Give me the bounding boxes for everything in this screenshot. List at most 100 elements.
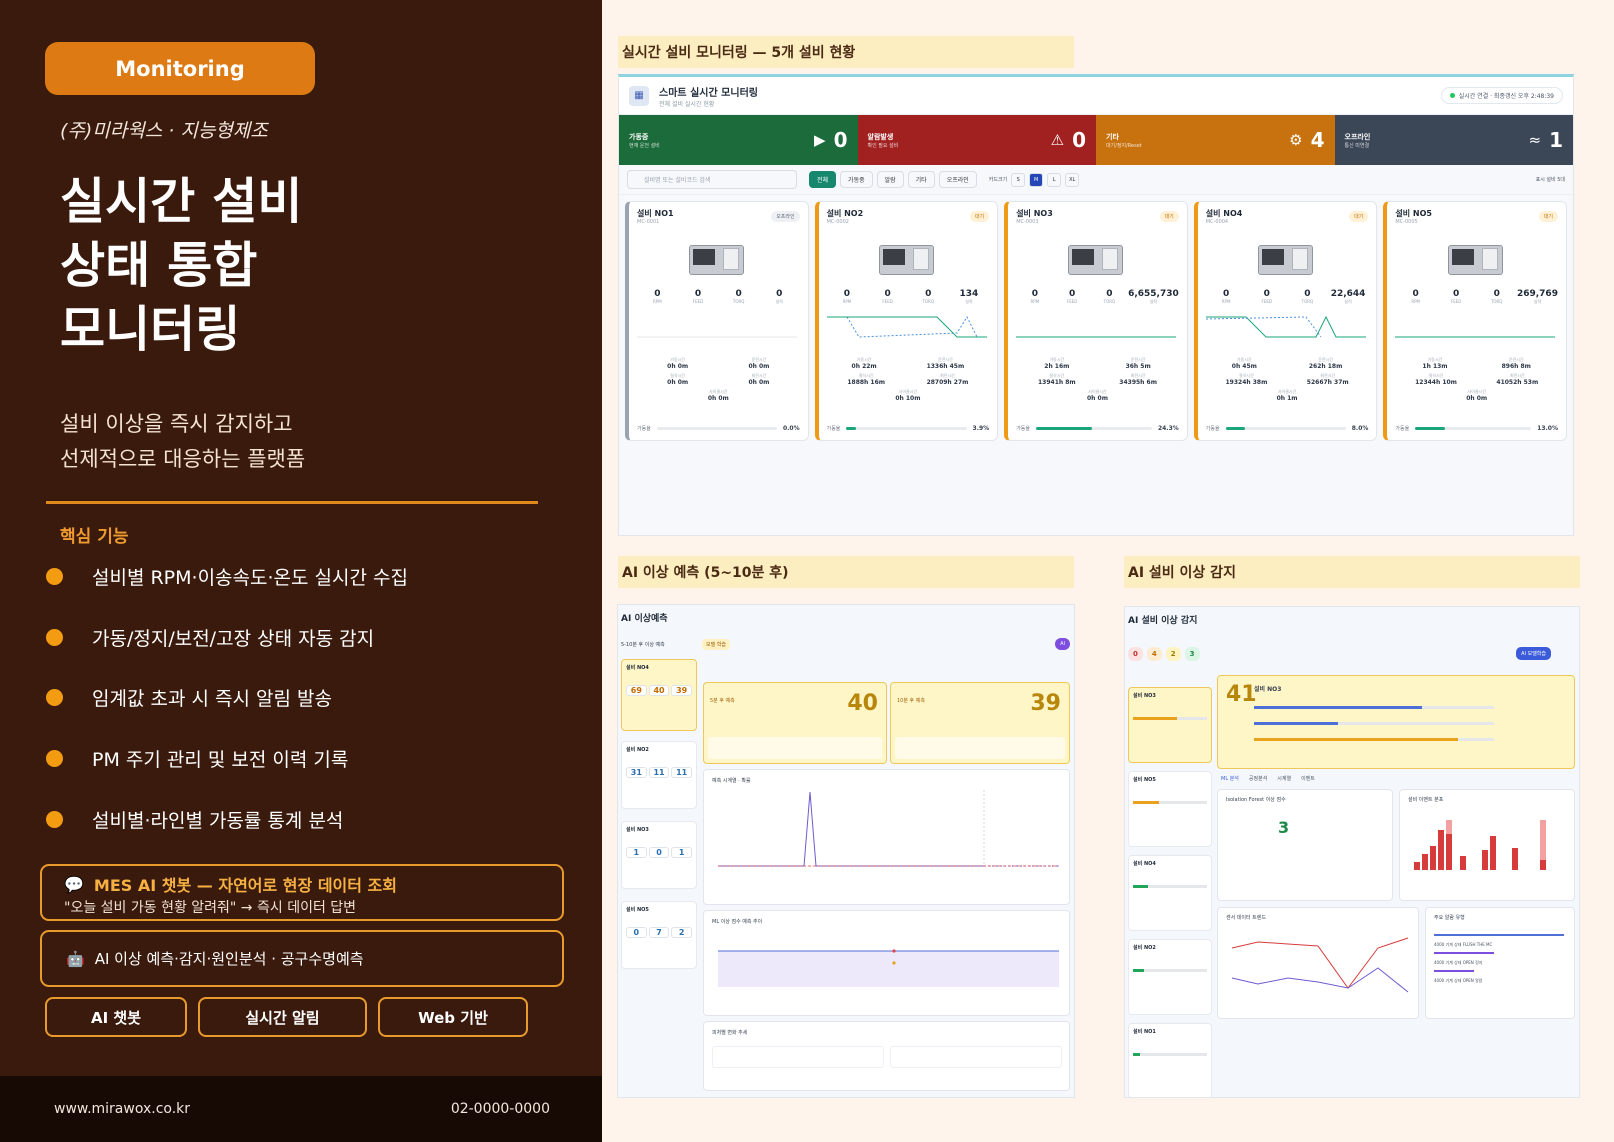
- detect-machine-item[interactable]: 설비 NO5: [1128, 771, 1212, 847]
- detect-progress-fill: [1133, 885, 1148, 888]
- predict-machine-item[interactable]: 설비 NO2 31 11 11: [621, 741, 697, 809]
- footer-url[interactable]: www.mirawox.co.kr: [54, 1101, 190, 1117]
- stat-value: 0: [1072, 128, 1086, 152]
- ai-box-text: AI 이상 예측·감지·원인분석 · 공구수명예측: [94, 950, 364, 968]
- detect-machine-item[interactable]: 설비 NO2: [1128, 939, 1212, 1015]
- metric: 0 실적: [759, 289, 800, 305]
- metric: 0 RPM: [827, 289, 868, 305]
- metric: 0 TORQ: [908, 289, 949, 305]
- feature-item: PM 주기 관리 및 보전 이력 기록: [46, 740, 566, 776]
- time-stat: 운전시간 0h 0m: [748, 357, 769, 370]
- machine-code: MC-0005: [1395, 219, 1418, 225]
- progress-track: [1254, 722, 1494, 725]
- detect-progress-track: [1133, 717, 1207, 720]
- alarm-bar: [1434, 952, 1494, 954]
- predict-machine-item[interactable]: 설비 NO4 69 40 39: [621, 659, 697, 731]
- detect-machine-item[interactable]: 설비 NO3: [1128, 687, 1212, 763]
- util-value: 3.9%: [972, 425, 990, 432]
- detect-progress-track: [1133, 885, 1207, 888]
- stat-sub: 대기/정지/Reset: [1106, 142, 1142, 149]
- detect-machine-item[interactable]: 설비 NO1: [1128, 1023, 1212, 1097]
- chatbot-box: 💬 MES AI 챗봇 — 자연어로 현장 데이터 조회 "오늘 설비 가동 현황…: [40, 864, 564, 921]
- time-value: 2h 16m: [1044, 363, 1070, 370]
- machine-name: 설비 NO3: [1016, 209, 1053, 218]
- footer-phone: 02-0000-0000: [450, 1101, 550, 1117]
- stat-alarm[interactable]: 알람발생 확인 필요 설비 ⚠ 0: [857, 115, 1096, 165]
- chip-warning[interactable]: 4: [1146, 647, 1162, 661]
- predict-value: 1: [671, 847, 693, 858]
- chip-alarm[interactable]: 0: [1128, 647, 1143, 661]
- tab-event[interactable]: 이벤트: [1301, 775, 1315, 782]
- tab-process[interactable]: 공정분석: [1249, 775, 1267, 782]
- metric-label: 실적: [1533, 299, 1542, 304]
- detect-progress-track: [1133, 1053, 1207, 1056]
- size-l[interactable]: L: [1047, 172, 1062, 187]
- util-fill: [1415, 427, 1446, 430]
- detect-machine-item[interactable]: 설비 NO4: [1128, 855, 1212, 931]
- feature-item: 가동/정지/보전/고장 상태 자동 감지: [46, 619, 566, 655]
- detect-progress-fill: [1133, 717, 1178, 720]
- time-value: 19324h 38m: [1225, 379, 1268, 386]
- time-stat: 최전시간 52667h 37m: [1307, 373, 1349, 386]
- detect-progress-track: [1133, 969, 1207, 972]
- predict-tab[interactable]: 5-10분 후 이상 예측: [621, 641, 665, 648]
- predict-machine-item[interactable]: 설비 NO3 1 0 1: [621, 821, 697, 889]
- time-stat: 절삭시간 13941h 8m: [1038, 373, 1076, 386]
- company-name: (주)미라웍스 · 지능형제조: [60, 120, 268, 142]
- filter-all[interactable]: 전체: [809, 171, 837, 188]
- size-xl[interactable]: XL: [1065, 172, 1080, 187]
- metric-value: 0: [1222, 289, 1230, 299]
- time-value: 0h 0m: [667, 379, 689, 386]
- metric-value: 0: [654, 289, 661, 299]
- machine-card[interactable]: 설비 NO5 MC-0005 대기 0 RPM 0 FEED 0 TORQ 269,769 실…: [1383, 201, 1567, 441]
- time-block: 가동시간 0h 45m 운전시간 262h 18m 절삭시간 19324h 38m 최전시간…: [1206, 357, 1369, 402]
- chip-normal[interactable]: 3: [1184, 647, 1200, 661]
- util-fill: [1036, 427, 1093, 430]
- filter-other[interactable]: 기타: [907, 171, 935, 188]
- metric: 0 FEED: [1246, 289, 1287, 305]
- chat-bubble-icon: 💬: [64, 874, 84, 894]
- machine-card[interactable]: 설비 NO1 MC-0001 오프라인 0 RPM 0 FEED 0 TORQ 0 실적 가동…: [625, 201, 809, 441]
- feature-label: 설비별·라인별 가동률 통계 분석: [92, 809, 344, 832]
- machine-card[interactable]: 설비 NO3 MC-0003 대기 0 RPM 0 FEED 0 TORQ 6,655,73…: [1004, 201, 1188, 441]
- stat-running[interactable]: 가동중 현재 운전 설비 ▶ 0: [619, 115, 858, 165]
- time-block: 가동시간 0h 0m 운전시간 0h 0m 절삭시간 0h 0m 최전시간 0h 0m 사이클시…: [637, 357, 800, 402]
- search-input[interactable]: 설비명 또는 설비코드 검색: [627, 170, 797, 189]
- util-bar: [1415, 427, 1532, 430]
- filter-running[interactable]: 가동중: [840, 171, 873, 188]
- time-stat: 절삭시간 12344h 10m: [1415, 373, 1457, 386]
- predict-model-button[interactable]: AI: [1055, 638, 1070, 650]
- detect-screenshot: AI 설비 이상 감지 0 4 2 3 AI 모델학습 설비 NO3 설비 NO5…: [1124, 606, 1580, 1098]
- feature-trend-panel: 피처별 변화 추세: [703, 1021, 1070, 1091]
- chip-caution[interactable]: 2: [1165, 647, 1181, 661]
- metric: 0 TORQ: [1476, 289, 1517, 305]
- metric-value: 0: [776, 289, 783, 299]
- metric-label: TORQ: [1301, 299, 1314, 304]
- status-badge: 대기: [969, 211, 990, 222]
- stat-offline[interactable]: 오프라인 통신 미연결 ≈1: [1334, 115, 1573, 165]
- machine-card[interactable]: 설비 NO2 MC-0002 대기 0 RPM 0 FEED 0 TORQ 134 실적 가동…: [814, 201, 999, 441]
- time-value: 0h 0m: [748, 379, 770, 386]
- time-stat: 운전시간 896h 8m: [1502, 357, 1531, 370]
- predict-machine-item[interactable]: 설비 NO5 0 7 2: [621, 901, 697, 969]
- predict-value-row: 69 40 39: [622, 671, 696, 696]
- metric-label: TORQ: [1103, 299, 1116, 304]
- size-m[interactable]: M: [1029, 172, 1044, 187]
- size-s[interactable]: S: [1011, 172, 1026, 187]
- forecast-value: 40: [847, 691, 878, 716]
- chip-ai-chatbot: AI 챗봇: [45, 997, 187, 1037]
- bullet-icon: [46, 810, 63, 828]
- model-train-button[interactable]: AI 모델학습: [1516, 647, 1551, 660]
- metric-value: 0: [1453, 289, 1460, 299]
- util-value: 0.0%: [782, 425, 800, 432]
- time-value: 41052h 53m: [1496, 379, 1539, 386]
- filter-offline[interactable]: 오프라인: [938, 171, 977, 188]
- stat-other[interactable]: 기타 대기/정지/Reset ⚙ 4: [1096, 115, 1335, 165]
- tab-timeseries[interactable]: 시계열: [1277, 775, 1291, 782]
- stat-label: 알람발생: [867, 132, 894, 141]
- feature-row: [712, 1046, 884, 1068]
- filter-alarm[interactable]: 알람: [876, 171, 904, 188]
- tab-ml[interactable]: ML 분석: [1221, 775, 1239, 782]
- metric-value: 269,769: [1516, 289, 1558, 299]
- machine-card[interactable]: 설비 NO4 MC-0004 대기 0 RPM 0 FEED 0 TORQ 22,644 실적…: [1193, 201, 1378, 441]
